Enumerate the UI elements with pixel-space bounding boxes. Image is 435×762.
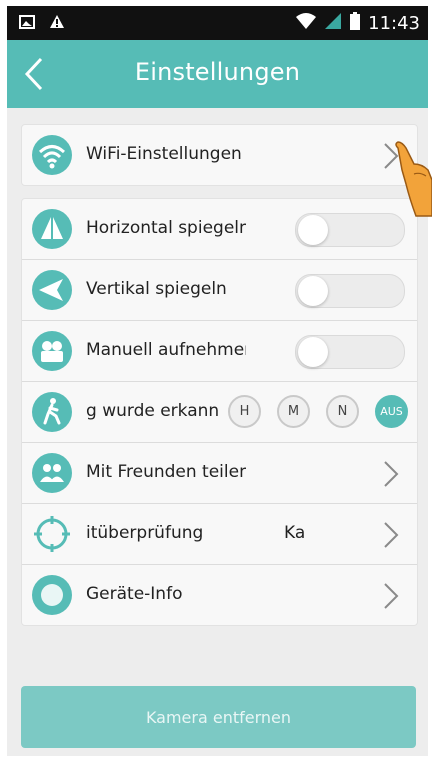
mode-aus-button[interactable]: AUS bbox=[375, 395, 408, 428]
paper-plane-icon bbox=[32, 270, 72, 310]
settings-row-label: Mit Freunden teilen bbox=[86, 462, 246, 482]
crosshair-icon bbox=[32, 514, 72, 554]
settings-row-wifi[interactable]: WiFi-Einstellungen bbox=[22, 125, 417, 185]
chevron-right-icon bbox=[383, 521, 399, 549]
settings-row-value: Ka bbox=[284, 523, 306, 543]
settings-row-manual-record: Manuell aufnehmen bbox=[22, 321, 417, 382]
chevron-right-icon bbox=[383, 582, 399, 610]
settings-row-label: Manuell aufnehmen bbox=[86, 340, 246, 360]
battery-icon bbox=[350, 12, 361, 34]
settings-row-label: Horizontal spiegeln bbox=[86, 218, 246, 238]
horizontal-mirror-toggle[interactable] bbox=[295, 213, 405, 247]
settings-row-label: Geräte-Info bbox=[86, 584, 183, 604]
triangle-icon bbox=[32, 209, 72, 249]
settings-row-label: WiFi-Einstellungen bbox=[86, 144, 242, 164]
signal-icon bbox=[324, 12, 342, 34]
motion-mode-selector: H M N AUS bbox=[228, 395, 408, 428]
settings-row-label: Vertikal spiegeln bbox=[86, 279, 227, 299]
wifi-icon bbox=[32, 135, 72, 175]
video-camera-icon bbox=[32, 331, 72, 371]
app-screen: 11:43 Einstellungen WiFi-Einstellungen H… bbox=[7, 6, 428, 756]
manual-record-toggle[interactable] bbox=[295, 335, 405, 369]
mode-h-button[interactable]: H bbox=[228, 395, 261, 428]
settings-group: Horizontal spiegeln Vertikal spiegeln Ma… bbox=[21, 198, 418, 626]
remove-camera-button[interactable]: Kamera entfernen bbox=[21, 686, 416, 748]
chevron-right-icon bbox=[383, 460, 399, 488]
page-title: Einstellungen bbox=[134, 58, 301, 86]
info-circle-icon bbox=[32, 575, 72, 615]
mode-m-button[interactable]: M bbox=[277, 395, 310, 428]
settings-row-horizontal-mirror: Horizontal spiegeln bbox=[22, 199, 417, 260]
vertical-mirror-toggle[interactable] bbox=[295, 274, 405, 308]
image-icon bbox=[19, 14, 35, 33]
pointing-hand-icon bbox=[392, 140, 433, 220]
wifi-icon bbox=[296, 12, 317, 34]
status-bar: 11:43 bbox=[7, 6, 428, 40]
settings-row-share-friends[interactable]: Mit Freunden teilen bbox=[22, 443, 417, 504]
settings-row-device-info[interactable]: Geräte-Info bbox=[22, 565, 417, 625]
settings-row-label: itüberprüfung bbox=[86, 523, 204, 543]
wifi-settings-group: WiFi-Einstellungen bbox=[21, 124, 418, 186]
walking-person-icon bbox=[32, 392, 72, 432]
settings-row-motion-detection: g wurde erkann H M N AUS bbox=[22, 382, 417, 443]
settings-row-check[interactable]: itüberprüfung Ka bbox=[22, 504, 417, 565]
settings-row-vertical-mirror: Vertikal spiegeln bbox=[22, 260, 417, 321]
people-icon bbox=[32, 453, 72, 493]
settings-row-label: g wurde erkann bbox=[86, 401, 220, 421]
mode-n-button[interactable]: N bbox=[326, 395, 359, 428]
warning-icon bbox=[49, 14, 65, 33]
clock: 11:43 bbox=[368, 12, 420, 34]
app-bar: Einstellungen bbox=[7, 40, 428, 108]
